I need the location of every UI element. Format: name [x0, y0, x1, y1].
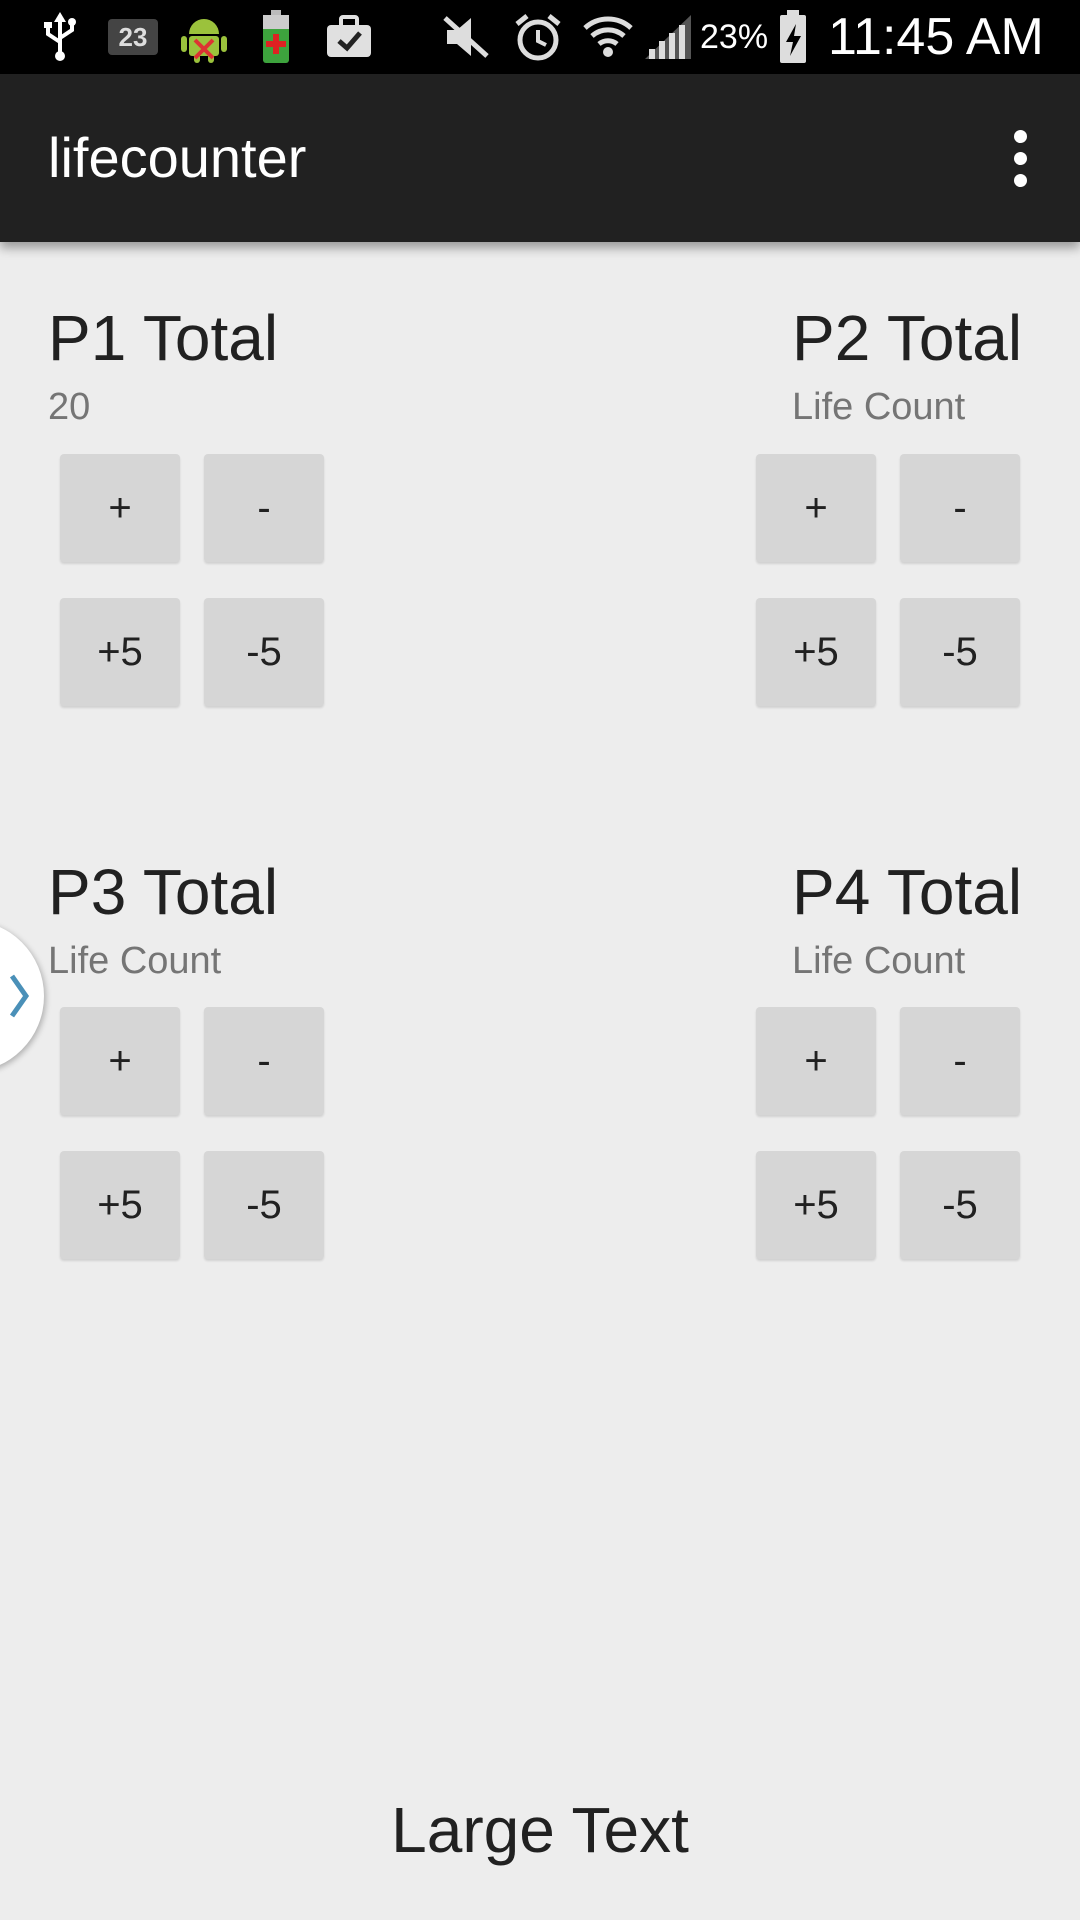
status-bar: 23 23% 11:45 AM — [0, 0, 1080, 74]
player-3-plus5-button[interactable]: +5 — [60, 1151, 180, 1259]
player-2-minus-button[interactable]: - — [900, 454, 1020, 562]
player-2-panel: P2 Total Life Count — [792, 306, 1080, 426]
player-3-plus-button[interactable]: + — [60, 1007, 180, 1115]
player-4-panel: P4 Total Life Count — [792, 860, 1080, 980]
overflow-menu-icon-dot — [1013, 151, 1027, 165]
player-4-title: P4 Total — [792, 856, 1023, 928]
mute-icon — [440, 10, 492, 64]
player-3-title: P3 Total — [48, 856, 279, 928]
signal-icon — [642, 10, 694, 64]
player-4-plus-button[interactable]: + — [756, 1007, 876, 1115]
player-1-panel: P1 Total 20 — [48, 306, 388, 426]
alarm-icon — [512, 10, 564, 64]
player-2-title: P2 Total — [792, 302, 1023, 374]
player-3-panel: P3 Total Life Count — [48, 860, 388, 980]
overflow-menu-icon — [1013, 129, 1027, 143]
android-debug-icon — [176, 10, 232, 64]
player-4-life-count: Life Count — [792, 940, 966, 982]
chevron-right-icon — [9, 974, 30, 1018]
calendar-badge-icon: 23 — [106, 10, 160, 64]
player-1-title: P1 Total — [48, 302, 279, 374]
player-2-plus-button[interactable]: + — [756, 454, 876, 562]
status-time: 11:45 AM — [828, 8, 1044, 66]
notification-badge: 23 — [108, 19, 158, 55]
battery-percent: 23% — [700, 18, 769, 56]
player-1-plus-button[interactable]: + — [60, 454, 180, 562]
player-4-minus-button[interactable]: - — [900, 1007, 1020, 1115]
player-1-plus5-button[interactable]: +5 — [60, 598, 180, 706]
player-3-minus-button[interactable]: - — [204, 1007, 324, 1115]
overflow-menu-button[interactable] — [980, 118, 1060, 198]
wifi-icon — [580, 10, 636, 64]
drawer-handle[interactable] — [0, 920, 44, 1072]
battery-icon — [776, 10, 810, 64]
player-2-minus5-button[interactable]: -5 — [900, 598, 1020, 706]
player-1-minus-button[interactable]: - — [204, 454, 324, 562]
player-3-life-count: Life Count — [48, 940, 222, 982]
player-4-plus5-button[interactable]: +5 — [756, 1151, 876, 1259]
clipboard-check-icon — [322, 10, 376, 64]
large-text-label: Large Text — [391, 1794, 689, 1866]
player-1-minus5-button[interactable]: -5 — [204, 598, 324, 706]
player-2-plus5-button[interactable]: +5 — [756, 598, 876, 706]
player-2-life-count: Life Count — [792, 386, 966, 428]
overflow-menu-icon-dot — [1013, 173, 1027, 187]
player-1-life-count: 20 — [48, 386, 91, 428]
player-4-minus5-button[interactable]: -5 — [900, 1151, 1020, 1259]
app-title: lifecounter — [48, 126, 307, 189]
app-bar: lifecounter — [0, 74, 1080, 242]
player-3-minus5-button[interactable]: -5 — [204, 1151, 324, 1259]
battery-charging-icon — [256, 10, 296, 64]
usb-icon — [38, 10, 82, 64]
